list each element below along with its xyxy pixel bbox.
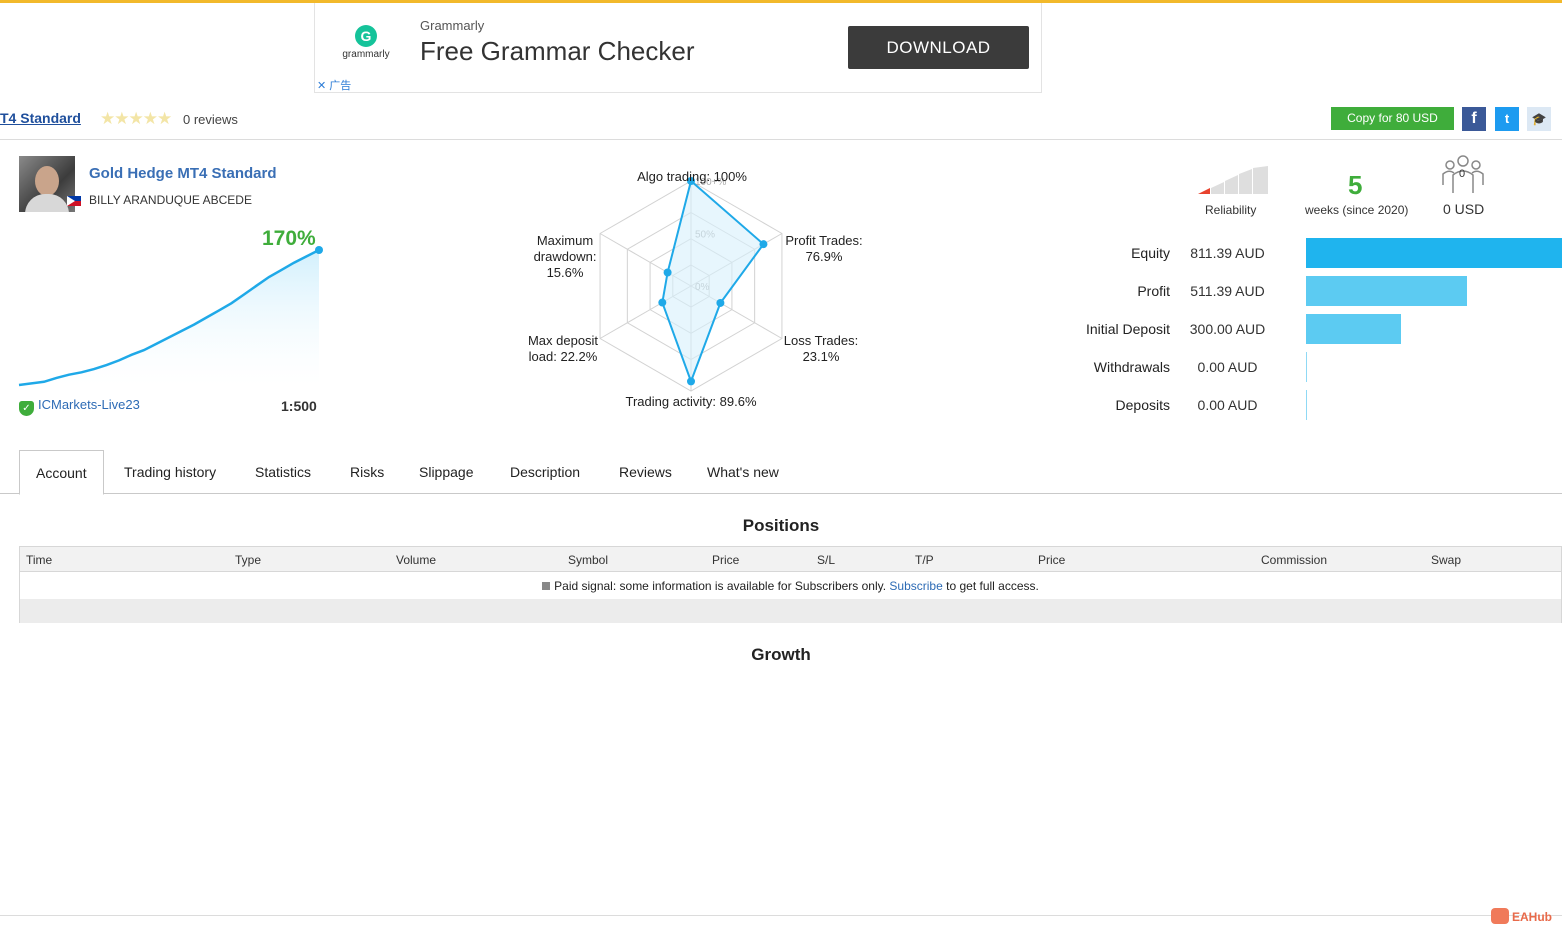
tab-statistics[interactable]: Statistics — [239, 450, 327, 494]
balance-value: 811.39 AUD — [1190, 245, 1265, 261]
balance-value: 511.39 AUD — [1190, 283, 1265, 299]
ad-brand: Grammarly — [420, 18, 485, 33]
subscription-price: 0 USD — [1443, 201, 1485, 217]
balance-bar — [1306, 314, 1401, 344]
philippines-flag-icon — [67, 196, 81, 206]
paid-signal-notice: Paid signal: some information is availab… — [20, 579, 1561, 593]
col-price-current[interactable]: Price — [1038, 553, 1065, 567]
weeks-label: weeks (since 2020) — [1305, 203, 1409, 217]
positions-table-footer — [20, 599, 1561, 623]
col-type[interactable]: Type — [235, 553, 261, 567]
copy-signal-button[interactable]: Copy for 80 USD — [1331, 107, 1454, 130]
col-time[interactable]: Time — [26, 553, 52, 567]
ad-close-icon[interactable]: ✕ 广告 — [317, 77, 351, 93]
signal-header-bar: T4 Standard ★★★★★ 0 reviews Copy for 80 … — [0, 104, 1562, 140]
bottom-divider — [0, 915, 1562, 916]
grammarly-logo: G grammarly — [337, 25, 395, 60]
growth-sparkline — [18, 246, 323, 387]
growth-title: Growth — [751, 645, 811, 664]
radar-point-4 — [658, 298, 667, 307]
notice-text-end: to get full access. — [946, 579, 1039, 593]
facebook-share-icon[interactable]: f — [1462, 107, 1486, 131]
broker-name[interactable]: ICMarkets-Live23 — [38, 397, 140, 412]
balance-bar — [1306, 390, 1307, 420]
balance-bar — [1306, 238, 1562, 268]
tab-description[interactable]: Description — [494, 450, 596, 494]
growth-area — [19, 250, 319, 387]
balance-value: 300.00 AUD — [1189, 321, 1266, 337]
verified-shield-icon: ✓ — [19, 401, 34, 416]
col-sl[interactable]: S/L — [817, 553, 835, 567]
notice-text: Paid signal: some information is availab… — [554, 579, 887, 593]
eahub-label: EAHub — [1512, 910, 1552, 924]
signal-tabs: Account Trading history Statistics Risks… — [0, 450, 1562, 495]
reviews-count[interactable]: 0 reviews — [183, 112, 238, 127]
subscribers-count: 0 — [1459, 168, 1466, 180]
eahub-watermark: EAHub — [1491, 908, 1552, 924]
balance-label: Withdrawals — [1093, 359, 1170, 375]
grammarly-icon: G — [355, 25, 377, 47]
radar-chart: 100+%50%0% — [599, 177, 783, 392]
avatar-face — [35, 166, 59, 196]
leverage: 1:500 — [281, 398, 317, 414]
avatar-shoulders — [25, 194, 69, 212]
tab-slippage[interactable]: Slippage — [403, 450, 490, 494]
balance-label: Equity — [1131, 245, 1170, 261]
signal-title-link[interactable]: T4 Standard — [0, 110, 81, 126]
col-volume[interactable]: Volume — [396, 553, 436, 567]
signal-owner[interactable]: BILLY ARANDUQUE ABCEDE — [89, 193, 252, 207]
eahub-logo-icon — [1491, 908, 1509, 924]
tab-whats-new[interactable]: What's new — [691, 450, 795, 494]
radar-label-activity: Trading activity: 89.6% — [625, 394, 757, 409]
balance-label: Initial Deposit — [1085, 321, 1170, 337]
growth-end-point — [315, 246, 323, 254]
ad-download-button[interactable]: DOWNLOAD — [848, 26, 1029, 69]
radar-label-profit: Profit Trades: 76.9% — [785, 233, 863, 264]
col-symbol[interactable]: Symbol — [568, 553, 608, 567]
tab-trading-history[interactable]: Trading history — [108, 450, 232, 494]
balance-value: 0.00 AUD — [1197, 359, 1258, 375]
radar-point-3 — [687, 377, 695, 386]
balance-label: Deposits — [1115, 397, 1170, 413]
subscribe-link[interactable]: Subscribe — [889, 579, 942, 593]
radar-point-2 — [716, 298, 725, 307]
ad-banner[interactable]: G grammarly Grammarly Free Grammar Check… — [314, 3, 1042, 93]
col-tp[interactable]: T/P — [915, 553, 934, 567]
positions-table: Time Type Volume Symbol Price S/L T/P Pr… — [19, 546, 1562, 623]
positions-title: Positions — [742, 516, 820, 535]
col-commission[interactable]: Commission — [1261, 553, 1327, 567]
reliability-meter-icon — [1198, 166, 1268, 194]
balance-bar — [1306, 276, 1467, 306]
twitter-share-icon[interactable]: t — [1495, 107, 1519, 131]
radar-label-deposit-load: Max deposit load: 22.2% — [527, 333, 599, 364]
broker-server[interactable]: ✓ ICMarkets-Live23 — [19, 397, 140, 416]
radar-label-algo: Algo trading: 100% — [637, 169, 747, 184]
balance-label: Profit — [1137, 283, 1170, 299]
lock-icon — [542, 582, 551, 590]
tab-reviews[interactable]: Reviews — [603, 450, 688, 494]
col-price-open[interactable]: Price — [712, 553, 739, 567]
positions-table-header: Time Type Volume Symbol Price S/L T/P Pr… — [20, 547, 1561, 572]
balance-bar — [1306, 352, 1307, 382]
radar-label-loss: Loss Trades: 23.1% — [783, 333, 859, 364]
radar-point-1 — [759, 240, 768, 249]
weeks-count: 5 — [1348, 170, 1363, 200]
ad-title[interactable]: Free Grammar Checker — [420, 36, 695, 67]
education-icon[interactable]: 🎓 — [1527, 107, 1551, 131]
balance-value: 0.00 AUD — [1197, 397, 1258, 413]
signal-name[interactable]: Gold Hedge MT4 Standard — [89, 165, 277, 182]
col-swap[interactable]: Swap — [1431, 553, 1461, 567]
radar-label-drawdown: Maximum drawdown: 15.6% — [533, 233, 597, 280]
reliability-label: Reliability — [1205, 203, 1257, 217]
tab-account[interactable]: Account — [19, 450, 104, 495]
rating-stars-icon[interactable]: ★★★★★ — [100, 109, 172, 129]
grammarly-logo-label: grammarly — [342, 49, 390, 60]
radar-point-5 — [663, 268, 672, 277]
tab-risks[interactable]: Risks — [334, 450, 400, 494]
